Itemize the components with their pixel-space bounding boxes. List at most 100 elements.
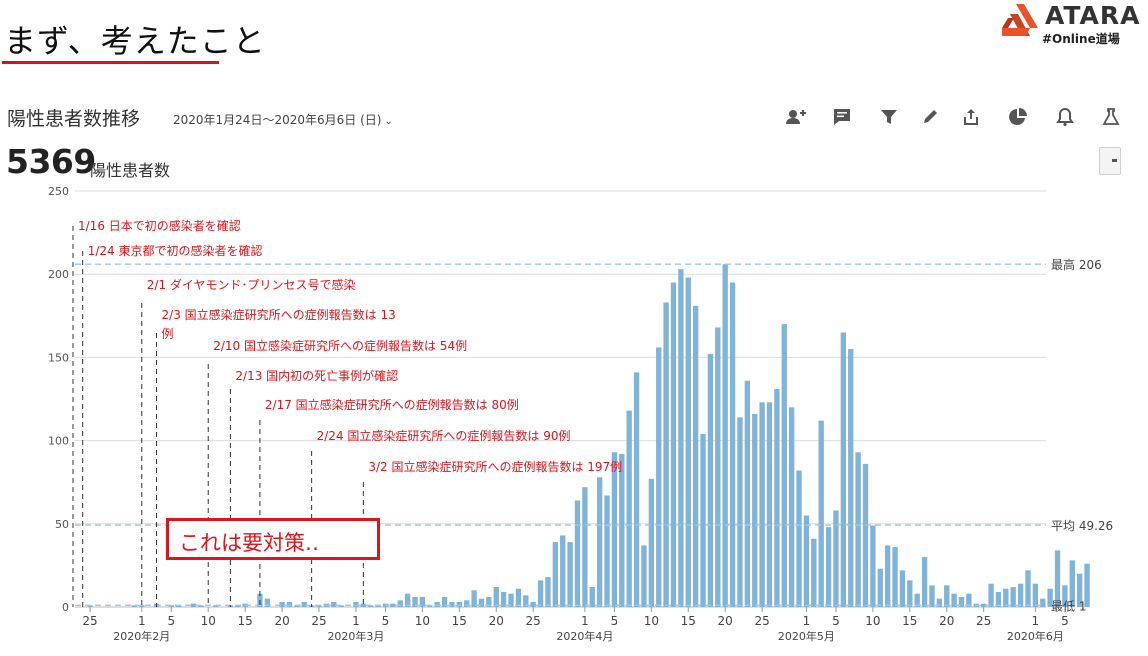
reference-line-label: 最高 206 [1051,257,1102,272]
annotation-text: 1/24 東京都で初の感染者を確認 [88,243,263,258]
bar [633,372,640,607]
x-tick-label: 1 [1032,614,1040,628]
y-tick-label: 0 [62,601,69,614]
x-tick-label: 15 [902,614,917,628]
bar [589,587,595,607]
bar [811,538,817,607]
y-tick-label: 100 [48,435,69,448]
annotation-text: 3/2 国立感染症研究所への症例報告数は 197例 [368,459,622,474]
bar [560,535,566,607]
bar [907,580,913,607]
bar [840,332,847,607]
annotation-text: 2/3 国立感染症研究所への症例報告数は 13 [162,307,396,322]
x-tick-label: 25 [311,614,326,628]
annotation-text: 2/24 国立感染症研究所への症例報告数は 90例 [317,428,571,443]
bar [641,545,647,607]
x-month-label: 2020年3月 [327,629,384,643]
bar [567,542,573,607]
bar [626,410,632,607]
bar [1025,570,1031,607]
x-month-label: 2020年6月 [1007,629,1064,643]
bar [493,587,499,607]
bar [848,349,854,607]
bar [301,602,307,607]
x-tick-label: 25 [82,614,97,628]
bar [825,527,832,607]
bar [737,417,743,607]
x-tick-label: 10 [201,614,216,628]
bar [604,495,610,607]
x-tick-label: 20 [939,614,954,628]
bar [611,452,618,607]
bar [279,602,285,607]
bar [1032,583,1039,607]
bar [456,602,462,607]
bar [574,500,581,607]
x-tick-label: 25 [526,614,541,628]
bar [515,588,522,607]
bar [648,478,654,607]
bar [619,453,625,607]
x-month-label: 2020年4月 [556,629,613,643]
y-tick-label: 200 [48,268,69,281]
bar [796,470,802,607]
bar [892,547,898,607]
reference-line-label: 平均 49.26 [1051,519,1113,533]
bar [877,568,883,607]
bar [449,602,455,607]
bar [744,380,751,607]
bar [862,463,869,607]
bar [729,282,736,607]
bar [899,570,906,607]
reference-line-label: 最低 1 [1051,599,1086,613]
bar [656,347,662,607]
callout-box: これは要対策‥ [166,518,380,560]
bar [929,585,935,607]
bar [471,590,477,607]
x-tick-label: 1 [352,614,360,628]
x-tick-label: 15 [452,614,467,628]
x-tick-label: 5 [611,614,619,628]
bar [921,557,928,607]
y-tick-label: 250 [48,185,69,198]
bar [353,602,359,607]
x-month-label: 2020年5月 [778,629,835,643]
bar [944,585,950,607]
bar [692,305,699,607]
bar [818,420,824,607]
x-tick-label: 5 [832,614,840,628]
x-tick-label: 1 [138,614,146,628]
annotation-text: 1/16 日本で初の感染者を確認 [78,218,241,233]
bar [434,602,440,607]
bar [678,269,684,607]
bar [781,324,787,607]
annotation-text: 2/10 国立感染症研究所への症例報告数は 54例 [213,338,467,353]
bar [582,487,588,607]
x-month-label: 2020年2月 [113,629,170,643]
y-tick-label: 50 [55,518,69,531]
x-tick-label: 5 [1061,614,1069,628]
bar [1003,588,1009,607]
annotation-text: 2/17 国立感染症研究所への症例報告数は 80例 [265,397,519,412]
bar [759,402,765,607]
bar [788,407,795,607]
annotation-text: 2/13 国内初の死亡事例が確認 [235,368,398,383]
bar [700,433,706,607]
x-tick-label: 10 [415,614,430,628]
bar [722,264,728,607]
x-tick-label: 20 [274,614,289,628]
bar [670,282,677,607]
x-tick-label: 15 [238,614,253,628]
x-tick-label: 10 [865,614,880,628]
bar [390,603,396,607]
bar [774,389,780,607]
x-tick-label: 20 [718,614,733,628]
bar [988,583,994,607]
bar [286,602,293,607]
bar [685,277,691,607]
bar [803,515,810,607]
x-tick-label: 1 [581,614,589,628]
x-tick-label: 5 [382,614,390,628]
x-tick-label: 1 [803,614,811,628]
bar [331,602,337,607]
